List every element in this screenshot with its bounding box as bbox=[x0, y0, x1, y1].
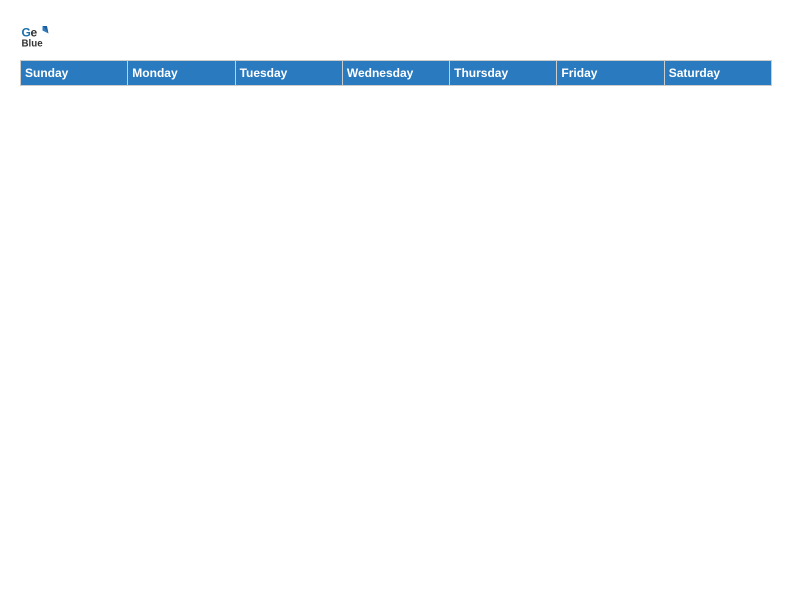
svg-text:e: e bbox=[31, 26, 38, 40]
calendar-table: SundayMondayTuesdayWednesdayThursdayFrid… bbox=[20, 60, 772, 86]
logo: G e Blue bbox=[20, 20, 54, 50]
weekday-header: Wednesday bbox=[342, 61, 449, 86]
weekday-header: Thursday bbox=[450, 61, 557, 86]
page-header: G e Blue bbox=[20, 20, 772, 50]
svg-text:G: G bbox=[22, 26, 31, 40]
weekday-header: Monday bbox=[128, 61, 235, 86]
weekday-header-row: SundayMondayTuesdayWednesdayThursdayFrid… bbox=[21, 61, 772, 86]
weekday-header: Friday bbox=[557, 61, 664, 86]
weekday-header: Sunday bbox=[21, 61, 128, 86]
weekday-header: Tuesday bbox=[235, 61, 342, 86]
logo-icon: G e Blue bbox=[20, 20, 50, 50]
weekday-header: Saturday bbox=[664, 61, 771, 86]
svg-text:Blue: Blue bbox=[22, 38, 44, 49]
